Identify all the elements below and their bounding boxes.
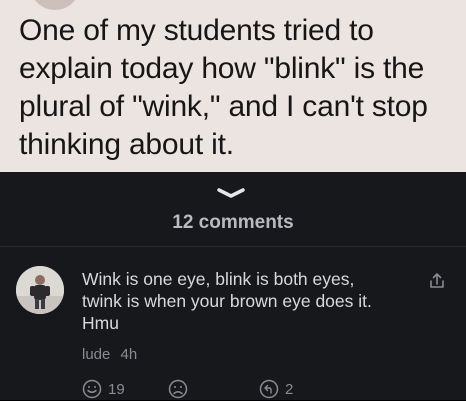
like-button[interactable]: 19 [82, 379, 125, 399]
dislike-button[interactable] [168, 379, 188, 399]
frown-icon [168, 379, 188, 399]
chevron-down-icon[interactable] [216, 188, 246, 198]
reply-count: 2 [285, 380, 294, 398]
comment-time: 4h [120, 346, 138, 363]
smile-icon [82, 379, 102, 399]
comment-text: Wink is one eye, blink is both eyes, twi… [82, 269, 372, 333]
reply-icon [259, 379, 279, 399]
comment-meta: lude 4h [82, 346, 137, 363]
comments-count: 12 comments [172, 212, 294, 233]
comment-author[interactable]: lude [82, 346, 110, 363]
avatar[interactable] [16, 266, 64, 314]
like-count: 19 [108, 380, 125, 398]
post-author-avatar [32, 0, 78, 10]
post-card: One of my students tried to explain toda… [0, 0, 466, 172]
share-icon[interactable] [428, 272, 446, 290]
reply-button[interactable]: 2 [259, 379, 293, 399]
divider [0, 246, 466, 247]
post-text: One of my students tried to explain toda… [19, 14, 428, 161]
